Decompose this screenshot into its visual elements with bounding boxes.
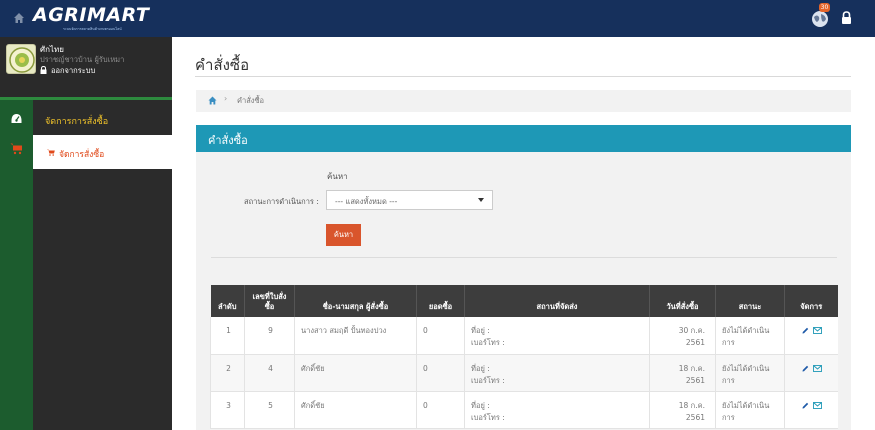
globe-icon[interactable] [810,9,830,29]
order-amount: 0 [416,317,465,355]
phone-label: เบอร์โทร : [471,375,505,385]
order-number: 9 [244,317,295,355]
order-number: 4 [244,354,295,392]
logo-subtitle: ระบบจัดการตลาดสินค้าเกษตรออนไลน์ [63,27,122,31]
order-date-line: 18 ก.ค. [678,363,705,373]
phone-label: เบอร์โทร : [471,338,505,347]
top-navbar: AGRIMART ระบบจัดการตลาดสินค้าเกษตรออนไลน… [0,0,875,37]
column-header: จัดการ [784,285,838,317]
column-header: ชื่อ-นามสกุล ผู้สั่งซื้อ [294,285,417,317]
breadcrumb-separator: › [224,94,228,103]
order-date-year: 2561 [685,338,705,347]
row-number: 2 [210,354,245,392]
notification-badge: 30 [819,3,830,12]
column-header: สถานที่จัดส่ง [464,285,650,317]
row-number: 3 [210,391,245,429]
table-header-row: ลำดับ เลขที่ใบสั่งซื้อ ชื่อ-นามสกุล ผู้ส… [210,285,838,317]
sidebar-item-label: จัดการสั่งซื้อ [59,150,105,160]
customer-name: นางสาว สมฤดี ปั้นทองปวง [294,317,417,355]
address-label: ที่อยู่ : [471,400,490,410]
dashboard-icon [11,114,22,123]
table-row: 2 4 ศักดิ์ชัย 0 ที่อยู่ : เบอร์โทร : 18 … [210,354,838,392]
cart-icon [10,143,22,155]
status-filter-value: --- แสดงทั้งหมด --- [335,197,398,206]
table-row: 1 9 นางสาว สมฤดี ปั้นทองปวง 0 ที่อยู่ : … [210,317,838,355]
search-button[interactable]: ค้นหา [326,224,361,246]
chevron-down-icon [478,198,484,202]
search-title: ค้นหา [327,172,348,181]
cart-icon [47,149,55,156]
status-filter-label: สถานะการดำเนินการ : [244,197,319,206]
home-icon[interactable] [208,96,217,105]
breadcrumb-current: คำสั่งซื้อ [237,96,265,105]
order-date-line: 30 ก.ค. [678,326,705,335]
home-icon[interactable] [13,12,25,24]
order-date-year: 2561 [685,375,705,385]
status-line: ยังไม่ได้ดำเนิน [722,326,770,335]
row-actions [784,391,838,429]
lock-icon[interactable] [841,11,852,25]
orders-table: ลำดับ เลขที่ใบสั่งซื้อ ชื่อ-นามสกุล ผู้ส… [210,285,838,429]
order-date: 30 ก.ค. 2561 [649,317,716,355]
column-header: ยอดซื้อ [416,285,465,317]
panel-header: คำสั่งซื้อ [196,125,851,152]
order-date: 18 ก.ค. 2561 [649,391,716,429]
logout-link[interactable]: ออกจากระบบ [40,65,95,77]
column-header: เลขที่ใบสั่งซื้อ [244,285,295,317]
status-line: การ [722,375,735,385]
breadcrumb: › คำสั่งซื้อ [196,90,851,112]
logout-label: ออกจากระบบ [51,66,96,75]
status-line: ยังไม่ได้ดำเนิน [722,363,770,373]
table-row: 3 5 ศักดิ์ชัย 0 ที่อยู่ : เบอร์โทร : 18 … [210,391,838,429]
customer-name: ศักดิ์ชัย [294,391,417,429]
avatar [6,44,36,74]
phone-label: เบอร์โทร : [471,412,505,422]
address-label: ที่อยู่ : [471,326,490,335]
mail-icon[interactable] [813,327,823,334]
mail-icon[interactable] [813,364,823,372]
column-header: ลำดับ [210,285,245,317]
mail-icon[interactable] [813,401,823,409]
order-amount: 0 [416,354,465,392]
sidebar-item-manage-orders[interactable]: จัดการการสั่งซื้อ [0,103,172,135]
shipping-address: ที่อยู่ : เบอร์โทร : [464,317,650,355]
page-title: คำสั่งซื้อ [195,56,250,74]
order-status: ยังไม่ได้ดำเนิน การ [715,317,785,355]
row-actions [784,354,838,392]
status-filter-select[interactable]: --- แสดงทั้งหมด --- [326,190,493,210]
order-date-line: 18 ก.ค. [678,400,705,410]
order-status: ยังไม่ได้ดำเนิน การ [715,354,785,392]
order-status: ยังไม่ได้ดำเนิน การ [715,391,785,429]
status-line: ยังไม่ได้ดำเนิน [722,400,770,410]
address-label: ที่อยู่ : [471,363,490,373]
pencil-icon[interactable] [802,327,809,334]
logo-title: AGRIMART [33,4,150,26]
order-date-year: 2561 [685,412,705,422]
user-profile: ศักไทย ปราชญ์ชาวบ้าน ผู้รับเหมา ออกจากระ… [0,37,172,100]
shipping-address: ที่อยู่ : เบอร์โทร : [464,391,650,429]
status-line: การ [722,412,735,422]
divider [211,257,837,258]
column-header: วันที่สั่งซื้อ [649,285,716,317]
status-line: การ [722,338,735,347]
app-logo[interactable]: AGRIMART ระบบจัดการตลาดสินค้าเกษตรออนไลน… [33,4,149,32]
row-number: 1 [210,317,245,355]
column-header: สถานะ [715,285,785,317]
pencil-icon[interactable] [802,365,809,372]
order-date: 18 ก.ค. 2561 [649,354,716,392]
divider [195,76,851,77]
shipping-address: ที่อยู่ : เบอร์โทร : [464,354,650,392]
order-number: 5 [244,391,295,429]
sidebar-item-orders[interactable]: จัดการสั่งซื้อ [0,135,172,169]
order-amount: 0 [416,391,465,429]
pencil-icon[interactable] [802,402,809,409]
panel-title: คำสั่งซื้อ [208,134,248,147]
customer-name: ศักดิ์ชัย [294,354,417,392]
sidebar-item-label: จัดการการสั่งซื้อ [45,117,109,127]
row-actions [784,317,838,355]
lock-icon [40,66,47,74]
